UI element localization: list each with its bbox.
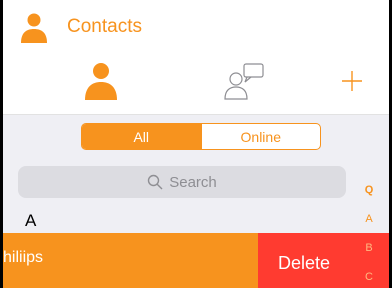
person-chat-icon[interactable] (223, 62, 265, 100)
list-item[interactable]: hiliips Delete (3, 233, 389, 288)
segment-all[interactable]: All (82, 124, 201, 149)
index-letter-a[interactable]: A (359, 213, 379, 225)
person-icon[interactable] (82, 62, 120, 100)
section-index[interactable]: Q A B C (359, 180, 379, 288)
contact-row-content[interactable]: hiliips (3, 233, 258, 288)
contact-name: hiliips (3, 249, 44, 266)
header: Contacts (3, 0, 389, 115)
delete-label: Delete (278, 253, 331, 273)
contacts-person-icon (21, 13, 47, 43)
plus-icon[interactable] (341, 70, 363, 92)
index-letter-q[interactable]: Q (359, 184, 379, 196)
index-letter-b[interactable]: B (359, 242, 379, 254)
section-header: A (25, 211, 37, 230)
search-input[interactable]: Search (18, 166, 346, 198)
filter-segmented-control: All Online (81, 123, 321, 150)
segment-online[interactable]: Online (200, 124, 321, 149)
app-title: Contacts (67, 16, 142, 37)
contacts-screen: Contacts All Online Search A hiliips Del… (3, 0, 389, 288)
index-letter-c[interactable]: C (359, 271, 379, 283)
search-icon (148, 174, 163, 190)
search-placeholder: Search (169, 173, 217, 191)
list-header-area: All Online Search A (3, 115, 389, 233)
